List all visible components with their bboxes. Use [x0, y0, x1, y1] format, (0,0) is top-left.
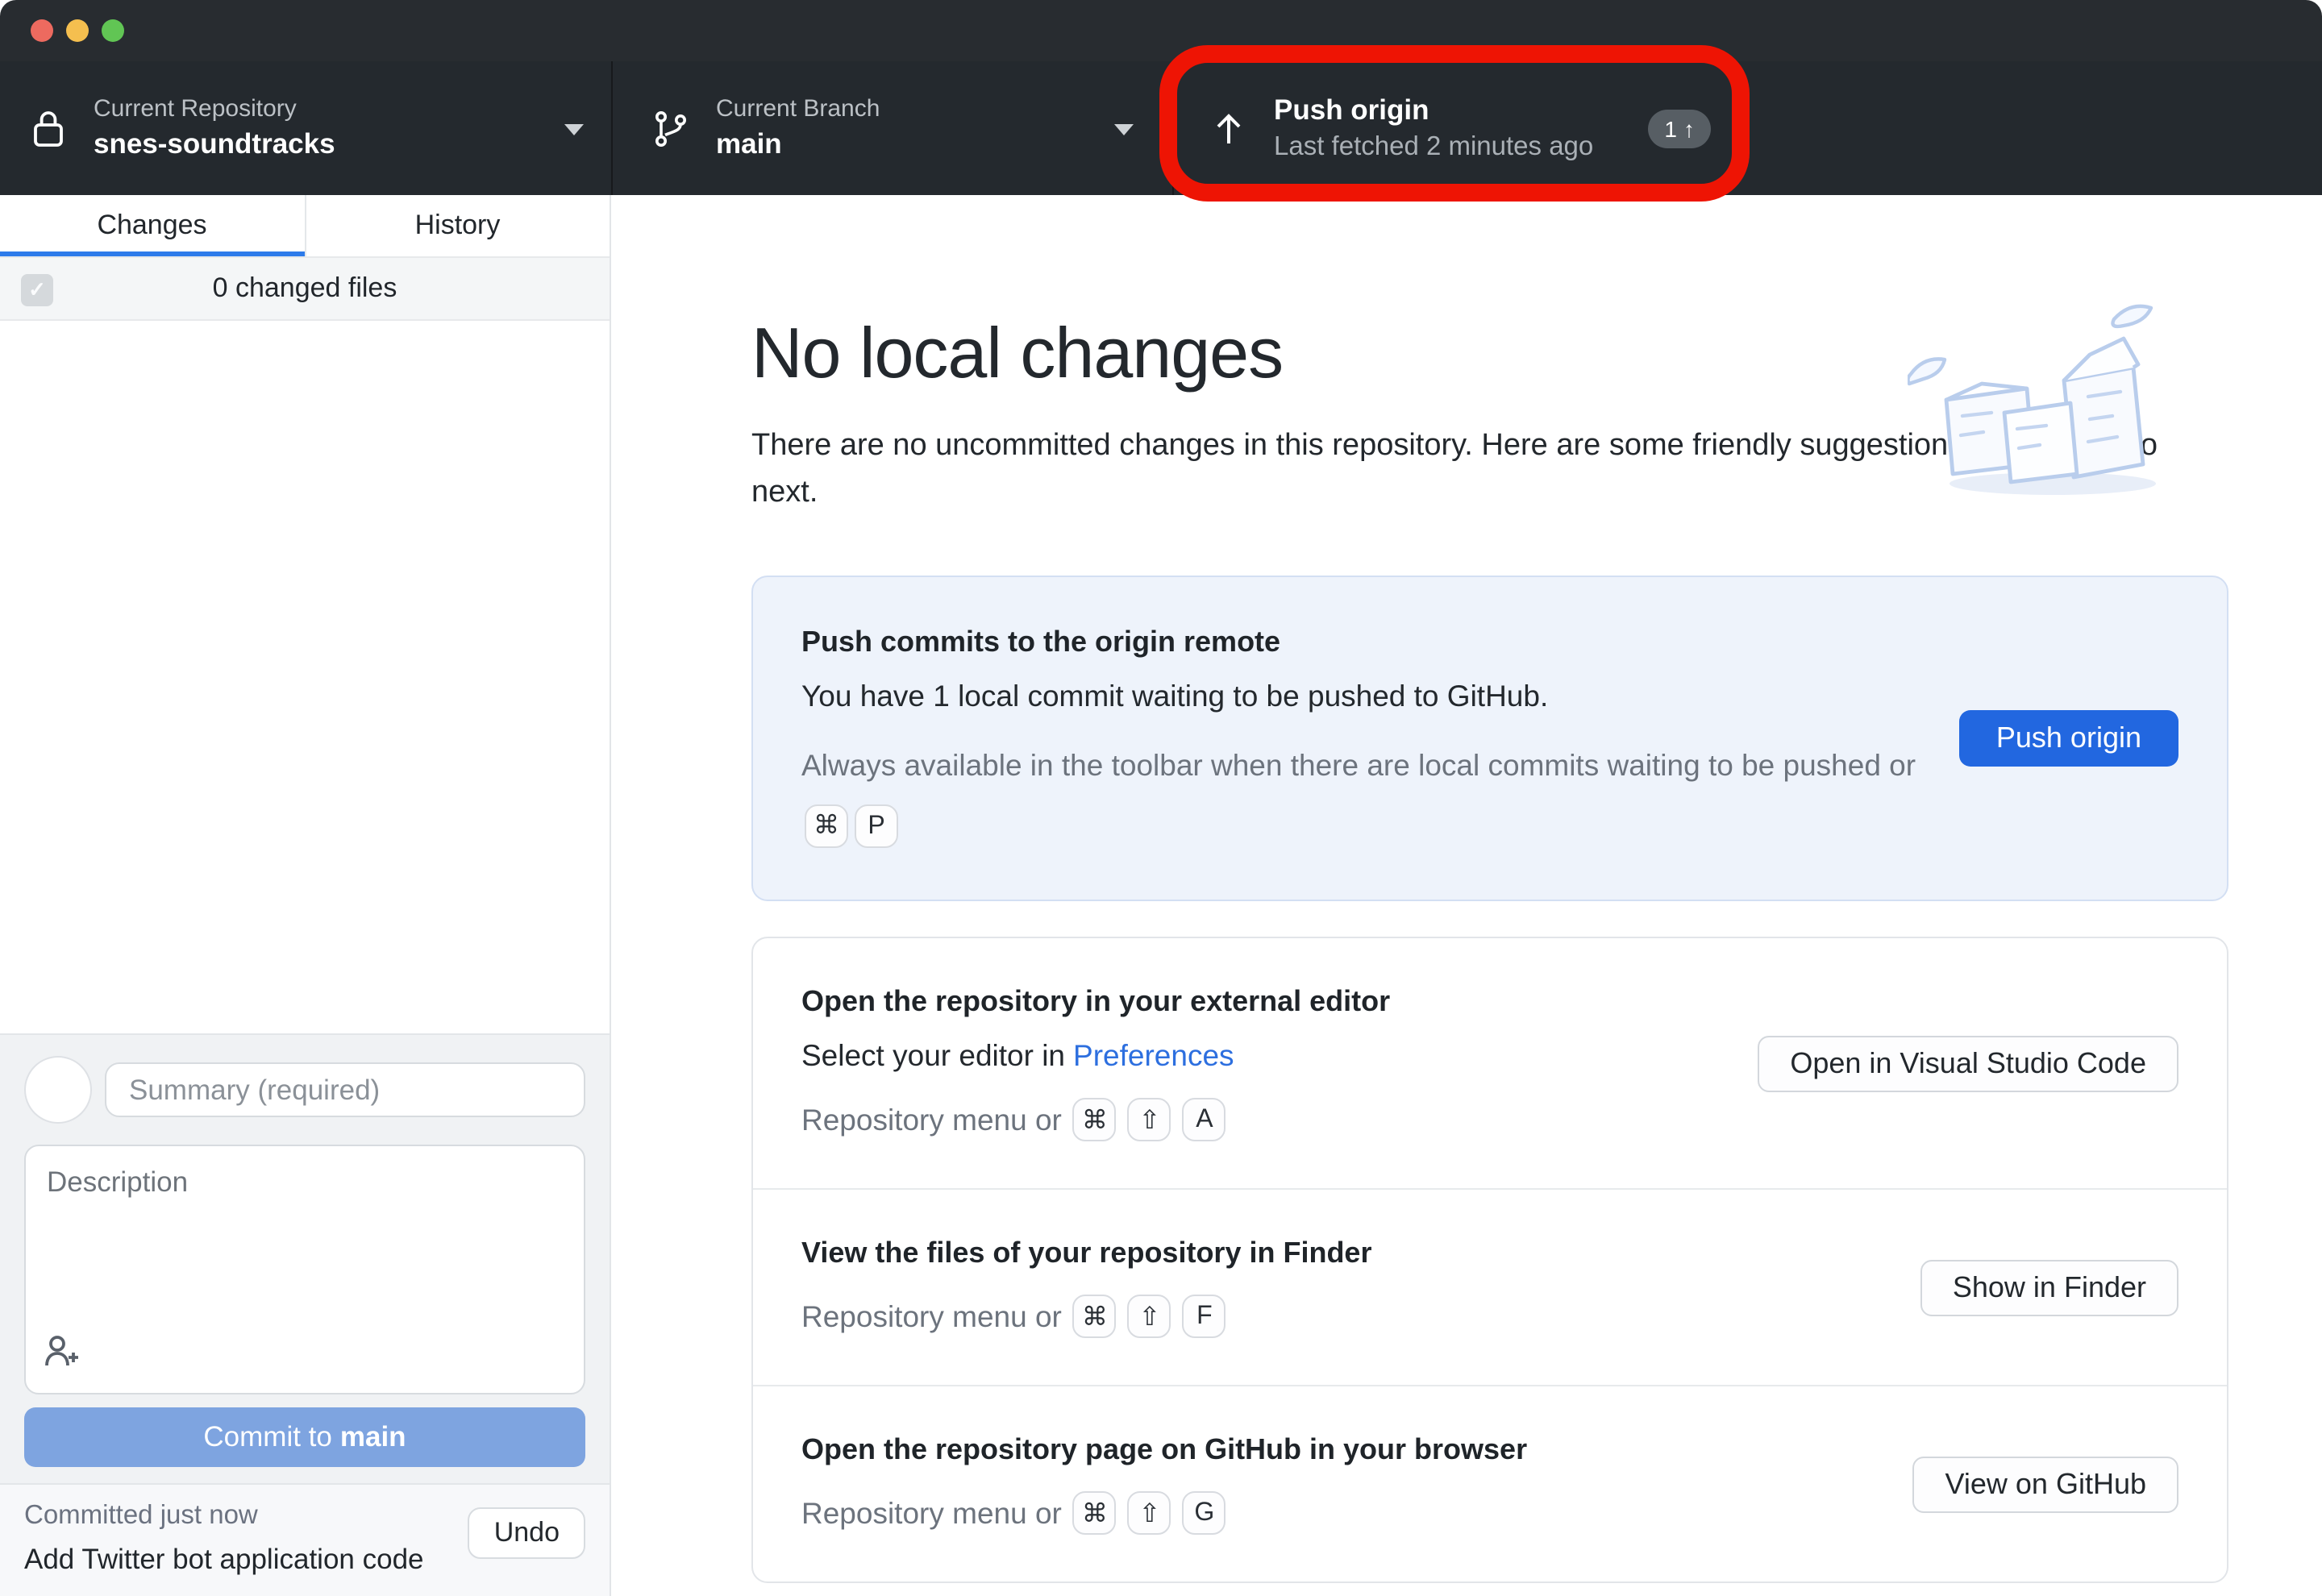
shift-key: ⇧: [1128, 1491, 1171, 1535]
toolbar: Current Repository snes-soundtracks: [0, 61, 2322, 195]
suggestion-cards: Open the repository in your external edi…: [751, 937, 2228, 1583]
title-bar: [0, 0, 2322, 61]
card-title: Push commits to the origin remote: [801, 626, 2178, 659]
commit-form: Commit to main: [0, 1033, 610, 1483]
view-on-github-card: Open the repository page on GitHub in yo…: [753, 1385, 2227, 1581]
repository-label: Current Repository: [94, 97, 335, 123]
push-suggestion-card: Push commits to the origin remote You ha…: [751, 576, 2228, 901]
cmd-key: ⌘: [1073, 1098, 1117, 1141]
app-window: Current Repository snes-soundtracks: [0, 0, 2322, 1596]
tab-changes-label: Changes: [97, 210, 206, 242]
p-key: P: [855, 804, 898, 848]
cmd-key: ⌘: [1073, 1295, 1117, 1338]
show-in-finder-card: View the files of your repository in Fin…: [753, 1188, 2227, 1385]
current-repository-button[interactable]: Current Repository snes-soundtracks: [0, 61, 611, 195]
card-hint: Repository menu or ⌘ ⇧ A: [801, 1098, 2178, 1141]
window-controls: [31, 19, 124, 42]
commit-to-main-button[interactable]: Commit to main: [24, 1407, 585, 1467]
cmd-key: ⌘: [805, 804, 848, 848]
zoom-button[interactable]: [102, 19, 124, 42]
show-in-finder-button[interactable]: Show in Finder: [1920, 1259, 2178, 1315]
close-button[interactable]: [31, 19, 53, 42]
select-all-checkbox[interactable]: ✓: [21, 274, 53, 306]
shift-key: ⇧: [1128, 1295, 1171, 1338]
lock-icon: [31, 107, 66, 149]
paper-stack-illustration: [1908, 297, 2230, 514]
current-branch-button[interactable]: Current Branch main: [611, 61, 1172, 195]
main-pane: No local changes There are no uncommitte…: [611, 195, 2322, 1596]
tab-history[interactable]: History: [304, 195, 610, 256]
last-commit-row: Committed just now Add Twitter bot appli…: [0, 1483, 610, 1596]
shift-key: ⇧: [1128, 1098, 1171, 1141]
changed-files-row: ✓ 0 changed files: [0, 256, 610, 321]
card-title: Open the repository in your external edi…: [801, 985, 2178, 1019]
branch-name: main: [716, 128, 880, 160]
minimize-button[interactable]: [66, 19, 89, 42]
add-coauthor-icon[interactable]: [44, 1333, 82, 1377]
changed-files-count: 0 changed files: [213, 272, 397, 305]
a-key: A: [1183, 1098, 1226, 1141]
repository-name: snes-soundtracks: [94, 128, 335, 160]
push-origin-button[interactable]: Push origin: [1959, 710, 2178, 767]
push-origin-subtitle: Last fetched 2 minutes ago: [1274, 131, 1593, 160]
open-editor-card: Open the repository in your external edi…: [753, 938, 2227, 1188]
f-key: F: [1183, 1295, 1226, 1338]
commit-button-branch: main: [340, 1420, 406, 1453]
hint-text: Repository menu or: [801, 1299, 1062, 1334]
tab-changes[interactable]: Changes: [0, 195, 304, 256]
description-input[interactable]: [24, 1145, 585, 1394]
arrow-up-small-icon: ↑: [1683, 115, 1695, 141]
branch-label: Current Branch: [716, 97, 880, 123]
chevron-down-icon: [1114, 123, 1134, 135]
git-branch-icon: [653, 107, 689, 149]
hint-text: Repository menu or: [801, 1102, 1062, 1137]
card-body: You have 1 local commit waiting to be pu…: [801, 679, 2178, 714]
undo-button[interactable]: Undo: [468, 1507, 585, 1559]
card-hint: Always available in the toolbar when the…: [801, 740, 1930, 848]
push-origin-title: Push origin: [1274, 96, 1593, 127]
cmd-key: ⌘: [1073, 1491, 1117, 1535]
ahead-count-badge: 1 ↑: [1648, 109, 1711, 148]
hint-text: Always available in the toolbar when the…: [801, 748, 1916, 782]
tab-history-label: History: [415, 210, 501, 242]
preferences-link[interactable]: Preferences: [1073, 1038, 1234, 1072]
avatar: [24, 1056, 92, 1124]
sidebar: Changes History ✓ 0 changed files: [0, 195, 611, 1596]
hint-text: Repository menu or: [801, 1495, 1062, 1531]
view-on-github-button[interactable]: View on GitHub: [1913, 1456, 2178, 1512]
chevron-down-icon: [564, 123, 584, 135]
push-origin-toolbar-button[interactable]: Push origin Last fetched 2 minutes ago 1…: [1172, 61, 1750, 195]
ahead-count: 1: [1664, 115, 1677, 141]
open-in-vscode-button[interactable]: Open in Visual Studio Code: [1758, 1035, 2178, 1091]
line-text: Select your editor in: [801, 1038, 1065, 1072]
sidebar-tabs: Changes History: [0, 195, 610, 256]
commit-button-prefix: Commit to: [203, 1420, 331, 1453]
summary-input[interactable]: [105, 1062, 585, 1117]
g-key: G: [1183, 1491, 1226, 1535]
arrow-up-icon: [1211, 109, 1246, 148]
changes-list-empty: [0, 321, 610, 1033]
